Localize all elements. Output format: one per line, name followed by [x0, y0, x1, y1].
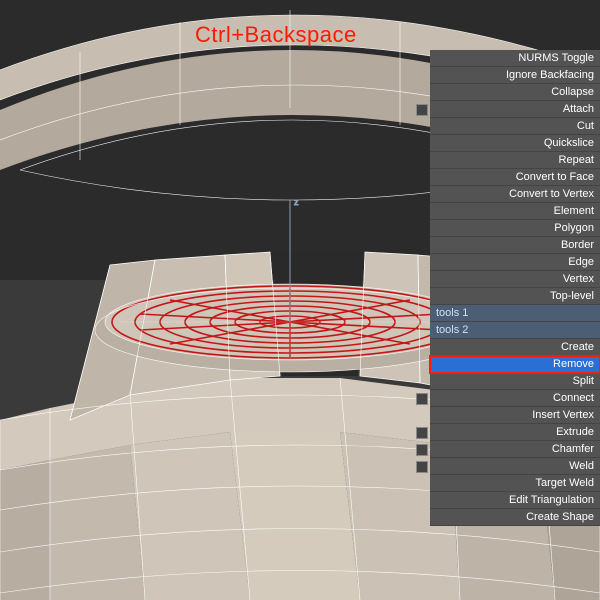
- menu-item-label: Weld: [569, 458, 594, 475]
- menu-item-edit-triangulation[interactable]: Edit Triangulation: [430, 492, 600, 509]
- menu-item-label: NURMS Toggle: [518, 50, 594, 67]
- menu-item-top-level[interactable]: Top-level: [430, 288, 600, 305]
- menu-item-label: Extrude: [556, 424, 594, 441]
- menu-item-insert-vertex[interactable]: Insert Vertex: [430, 407, 600, 424]
- quad-context-menu: NURMS ToggleIgnore BackfacingCollapseAtt…: [430, 50, 600, 526]
- menu-item-tools-1[interactable]: tools 1: [430, 305, 600, 322]
- menu-item-connect[interactable]: Connect: [430, 390, 600, 407]
- menu-item-label: Repeat: [559, 152, 594, 169]
- settings-box-icon[interactable]: [416, 461, 428, 473]
- menu-item-nurms-toggle[interactable]: NURMS Toggle: [430, 50, 600, 67]
- menu-item-chamfer[interactable]: Chamfer: [430, 441, 600, 458]
- menu-item-label: Remove: [553, 356, 594, 373]
- settings-box-icon[interactable]: [416, 104, 428, 116]
- menu-item-polygon[interactable]: Polygon: [430, 220, 600, 237]
- menu-item-collapse[interactable]: Collapse: [430, 84, 600, 101]
- menu-item-label: Cut: [577, 118, 594, 135]
- menu-item-weld[interactable]: Weld: [430, 458, 600, 475]
- menu-item-label: tools 1: [436, 305, 468, 322]
- menu-item-element[interactable]: Element: [430, 203, 600, 220]
- menu-item-create[interactable]: Create: [430, 339, 600, 356]
- settings-box-icon[interactable]: [416, 427, 428, 439]
- menu-item-label: Element: [554, 203, 594, 220]
- menu-item-convert-to-face[interactable]: Convert to Face: [430, 169, 600, 186]
- menu-item-label: Convert to Vertex: [509, 186, 594, 203]
- 3d-viewport[interactable]: z Ctrl+Backspace NURMS ToggleIgnore Back…: [0, 0, 600, 600]
- menu-item-tools-2[interactable]: tools 2: [430, 322, 600, 339]
- menu-item-label: Convert to Face: [516, 169, 594, 186]
- menu-item-label: Border: [561, 237, 594, 254]
- menu-item-edge[interactable]: Edge✓: [430, 254, 600, 271]
- svg-text:z: z: [294, 197, 299, 207]
- menu-item-remove[interactable]: Remove: [430, 356, 600, 373]
- menu-item-label: Vertex: [563, 271, 594, 288]
- menu-item-label: Insert Vertex: [532, 407, 594, 424]
- menu-item-border[interactable]: Border: [430, 237, 600, 254]
- menu-item-label: Chamfer: [552, 441, 594, 458]
- menu-item-create-shape[interactable]: Create Shape: [430, 509, 600, 526]
- menu-item-extrude[interactable]: Extrude: [430, 424, 600, 441]
- menu-item-label: Ignore Backfacing: [506, 67, 594, 84]
- menu-item-label: Top-level: [550, 288, 594, 305]
- settings-box-icon[interactable]: [416, 393, 428, 405]
- menu-item-split[interactable]: Split: [430, 373, 600, 390]
- menu-item-attach[interactable]: Attach: [430, 101, 600, 118]
- menu-item-label: Polygon: [554, 220, 594, 237]
- menu-item-label: Target Weld: [536, 475, 595, 492]
- menu-item-ignore-backfacing[interactable]: Ignore Backfacing: [430, 67, 600, 84]
- settings-box-icon[interactable]: [416, 444, 428, 456]
- menu-item-label: Attach: [563, 101, 594, 118]
- menu-item-cut[interactable]: Cut: [430, 118, 600, 135]
- menu-item-label: Split: [573, 373, 594, 390]
- menu-item-label: Collapse: [551, 84, 594, 101]
- menu-item-convert-to-vertex[interactable]: Convert to Vertex: [430, 186, 600, 203]
- menu-item-label: Connect: [553, 390, 594, 407]
- menu-item-label: Quickslice: [544, 135, 594, 152]
- menu-item-label: Create: [561, 339, 594, 356]
- menu-item-repeat[interactable]: Repeat: [430, 152, 600, 169]
- menu-item-label: Edit Triangulation: [509, 492, 594, 509]
- menu-item-label: tools 2: [436, 322, 468, 339]
- menu-item-quickslice[interactable]: Quickslice: [430, 135, 600, 152]
- menu-item-vertex[interactable]: Vertex: [430, 271, 600, 288]
- menu-item-target-weld[interactable]: Target Weld: [430, 475, 600, 492]
- menu-item-label: Create Shape: [526, 509, 594, 526]
- menu-item-label: Edge: [568, 254, 594, 271]
